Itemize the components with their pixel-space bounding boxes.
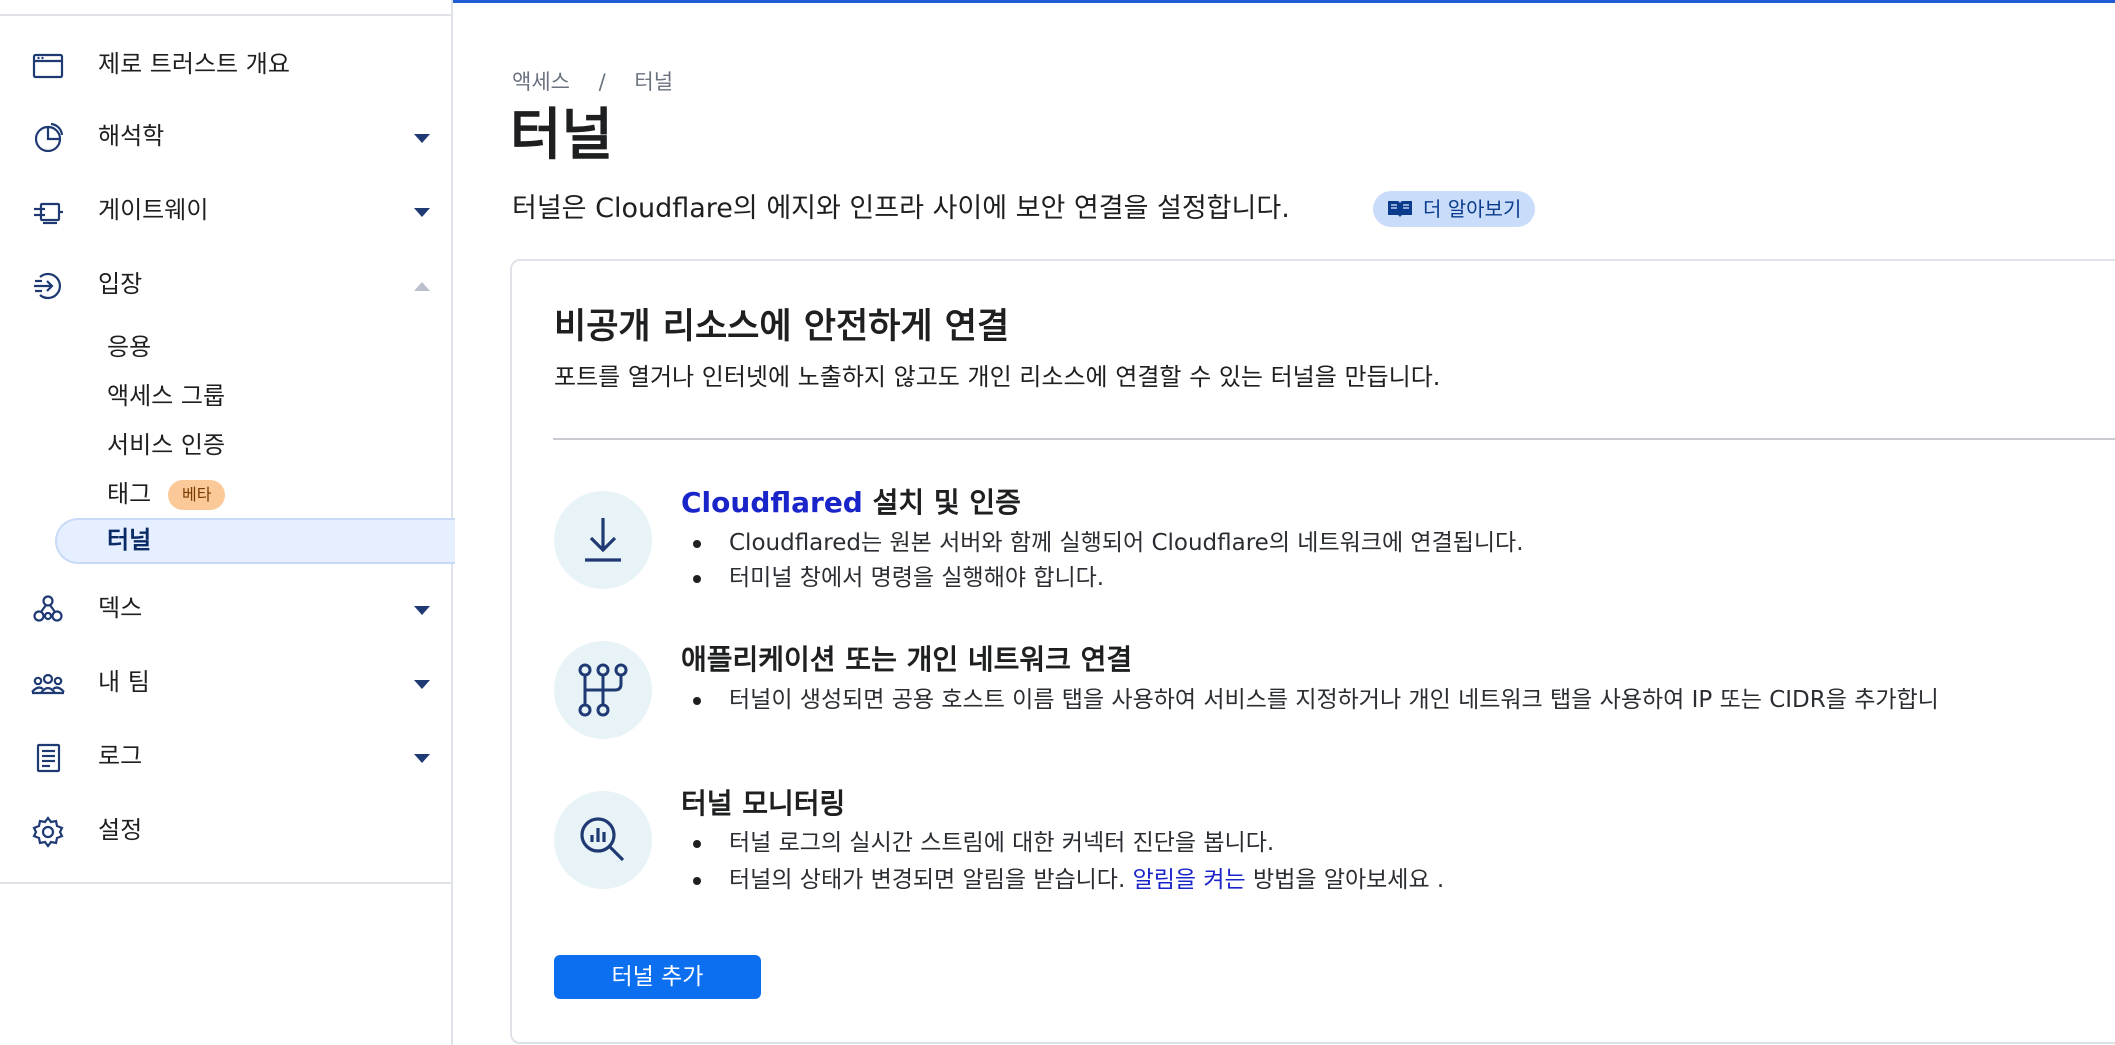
breadcrumb-separator: /: [598, 70, 606, 94]
sidebar: 제로 트러스트 개요 해석학 게이트웨이 입장 응용 액세스 그룹 서비스 인증…: [0, 0, 455, 1045]
browser-window-icon: [30, 48, 66, 84]
access-arrow-icon: [30, 268, 66, 304]
monitor-search-icon: [580, 817, 625, 862]
chevron-down-icon[interactable]: [414, 680, 430, 689]
card-divider: [553, 438, 2115, 440]
sidebar-item-my-team[interactable]: 내 팀: [0, 652, 451, 712]
card-description: 포트를 열거나 인터넷에 노출하지 않고도 개인 리소스에 연결할 수 있는 터…: [554, 363, 1441, 391]
sidebar-item-dex[interactable]: 덱스: [0, 578, 451, 638]
add-tunnel-button[interactable]: 터널 추가: [554, 955, 761, 999]
step-bullet: 터미널 창에서 명령을 실행해야 합니다.: [729, 565, 1105, 591]
log-icon: [30, 740, 66, 776]
bullet-dot: [693, 540, 701, 548]
sidebar-subitem-label: 응용: [107, 333, 152, 361]
sidebar-subitem-access-groups[interactable]: 액세스 그룹: [0, 374, 451, 418]
sidebar-subitem-label: 터널: [107, 526, 152, 554]
sidebar-item-label: 게이트웨이: [98, 196, 209, 224]
sidebar-bottom-divider: [0, 882, 453, 884]
sidebar-subitem-label: 태그: [107, 480, 152, 508]
sidebar-item-label: 제로 트러스트 개요: [98, 50, 290, 78]
team-icon: [30, 666, 66, 702]
sidebar-item-label: 입장: [98, 270, 143, 298]
bullet-dot: [693, 840, 701, 848]
bullet-dot: [693, 575, 701, 583]
step-icon-circle: [554, 491, 652, 589]
pie-chart-icon: [30, 120, 66, 156]
download-icon: [585, 518, 621, 562]
card-title: 비공개 리소스에 안전하게 연결: [554, 307, 1010, 347]
breadcrumb-current: 터널: [634, 70, 674, 94]
step-bullet: Cloudflared는 원본 서버와 함께 실행되어 Cloudflare의 …: [729, 530, 1524, 556]
sidebar-item-label: 로그: [98, 742, 143, 770]
chevron-up-icon[interactable]: [414, 282, 430, 291]
learn-more-label: 더 알아보기: [1423, 197, 1522, 221]
step-icon-circle: [554, 791, 652, 889]
step-icon-circle: [554, 641, 652, 739]
breadcrumb: 액세스 / 터널: [512, 66, 673, 96]
sidebar-subitem-tags[interactable]: 태그 베타: [0, 472, 451, 516]
top-accent-bar: [453, 0, 2115, 3]
sidebar-subitem-service-auth[interactable]: 서비스 인증: [0, 423, 451, 467]
sidebar-item-analytics[interactable]: 해석학: [0, 106, 451, 166]
step-title-accent: Cloudflared: [681, 486, 863, 519]
step-bullet: 터널 로그의 실시간 스트림에 대한 커넥터 진단을 봅니다.: [729, 830, 1275, 856]
sidebar-item-settings[interactable]: 설정: [0, 800, 451, 860]
enable-notifications-link[interactable]: 알림을 켜는: [1133, 867, 1246, 893]
sidebar-subitem-label: 액세스 그룹: [107, 382, 226, 410]
sidebar-subitem-applications[interactable]: 응용: [0, 325, 451, 369]
chevron-down-icon[interactable]: [414, 606, 430, 615]
sidebar-item-zero-trust-overview[interactable]: 제로 트러스트 개요: [0, 34, 451, 94]
sidebar-subitem-label: 서비스 인증: [107, 431, 226, 459]
sidebar-item-logs[interactable]: 로그: [0, 726, 451, 786]
page-title: 터널: [510, 103, 614, 168]
gear-icon: [30, 814, 66, 850]
chevron-down-icon[interactable]: [414, 208, 430, 217]
step-bullet: 터널이 생성되면 공용 호스트 이름 탭을 사용하여 서비스를 지정하거나 개인…: [729, 687, 1939, 713]
chevron-down-icon[interactable]: [414, 134, 430, 143]
gateway-icon: [30, 194, 66, 230]
sidebar-item-label: 해석학: [98, 122, 165, 150]
sidebar-item-label: 덱스: [98, 594, 143, 622]
sidebar-item-label: 내 팀: [98, 668, 150, 696]
sidebar-item-access[interactable]: 입장: [0, 254, 451, 314]
dex-nodes-icon: [30, 592, 66, 628]
sidebar-item-gateway[interactable]: 게이트웨이: [0, 180, 451, 240]
sidebar-item-label: 설정: [98, 816, 143, 844]
step-bullet-with-link: 터널의 상태가 변경되면 알림을 받습니다. 알림을 켜는 방법을 알아보세요 …: [729, 864, 1444, 896]
learn-more-button[interactable]: 더 알아보기: [1373, 191, 1536, 227]
step-title-text: 설치 및 인증: [862, 486, 1021, 519]
step-title-install: Cloudflared 설치 및 인증: [681, 484, 1021, 522]
page-description: 터널은 Cloudflare의 에지와 인프라 사이에 보안 연결을 설정합니다…: [512, 193, 1290, 224]
beta-badge: 베타: [168, 480, 226, 510]
sidebar-top-divider: [0, 14, 453, 16]
network-branch-icon: [578, 663, 628, 717]
chevron-down-icon[interactable]: [414, 754, 430, 763]
step-title-monitor: 터널 모니터링: [681, 787, 846, 820]
step-bullet-suffix: 방법을 알아보세요 .: [1245, 867, 1445, 893]
bullet-dot: [693, 697, 701, 705]
step-bullet-text: 터널의 상태가 변경되면 알림을 받습니다.: [729, 867, 1126, 893]
book-icon: [1388, 200, 1412, 218]
step-title-connect: 애플리케이션 또는 개인 네트워크 연결: [681, 643, 1133, 676]
breadcrumb-parent-link[interactable]: 액세스: [512, 70, 570, 94]
bullet-dot: [693, 877, 701, 885]
sidebar-subitem-tunnels[interactable]: 터널: [0, 518, 455, 564]
